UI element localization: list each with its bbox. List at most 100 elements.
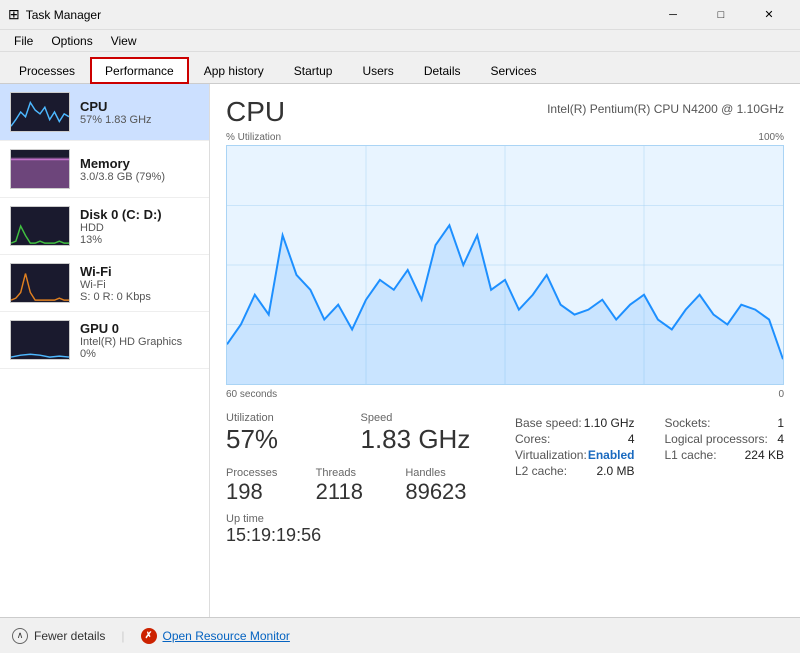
fewer-details-label: Fewer details bbox=[34, 629, 105, 643]
tab-services[interactable]: Services bbox=[476, 57, 552, 84]
wifi-thumbnail bbox=[10, 263, 70, 303]
app-title: Task Manager bbox=[26, 8, 101, 22]
utilization-label: Utilization bbox=[226, 412, 361, 424]
logical-label: Logical processors: bbox=[665, 432, 768, 446]
menu-view[interactable]: View bbox=[103, 32, 145, 50]
cpu-info: CPU 57% 1.83 GHz bbox=[80, 99, 199, 126]
sidebar-item-wifi[interactable]: Wi-Fi Wi-Fi S: 0 R: 0 Kbps bbox=[0, 255, 209, 312]
open-monitor-label: Open Resource Monitor bbox=[163, 629, 290, 643]
maximize-button[interactable]: □ bbox=[698, 0, 744, 30]
threads-value: 2118 bbox=[316, 479, 406, 505]
utilization-speed-row: Utilization 57% Speed 1.83 GHz bbox=[226, 412, 495, 459]
chevron-up-icon: ∧ bbox=[12, 628, 28, 644]
speed-block: Speed 1.83 GHz bbox=[361, 412, 496, 455]
cores-row: Cores: 4 bbox=[515, 432, 635, 446]
tab-users[interactable]: Users bbox=[347, 57, 408, 84]
y-label: % Utilization bbox=[226, 132, 281, 143]
cpu-detail: 57% 1.83 GHz bbox=[80, 114, 199, 126]
logical-row: Logical processors: 4 bbox=[665, 432, 785, 446]
utilization-block: Utilization 57% bbox=[226, 412, 361, 459]
uptime-value: 15:19:19:56 bbox=[226, 525, 495, 546]
disk-thumbnail bbox=[10, 206, 70, 246]
gpu-info: GPU 0 Intel(R) HD Graphics 0% bbox=[80, 321, 199, 360]
threads-label: Threads bbox=[316, 467, 406, 479]
utilization-value: 57% bbox=[226, 424, 361, 455]
handles-block: Handles 89623 bbox=[405, 467, 495, 505]
processes-block: Processes 198 bbox=[226, 467, 316, 505]
l2-label: L2 cache: bbox=[515, 464, 567, 478]
sidebar-item-memory[interactable]: Memory 3.0/3.8 GB (79%) bbox=[0, 141, 209, 198]
cpu-name: CPU bbox=[80, 99, 199, 114]
tab-app-history[interactable]: App history bbox=[189, 57, 279, 84]
sidebar-item-cpu[interactable]: CPU 57% 1.83 GHz bbox=[0, 84, 209, 141]
gpu-thumbnail bbox=[10, 320, 70, 360]
title-bar: ⊞ Task Manager ─ □ ✕ bbox=[0, 0, 800, 30]
sockets-row: Sockets: 1 bbox=[665, 416, 785, 430]
cpu-chart bbox=[226, 145, 784, 385]
l1-value: 224 KB bbox=[745, 448, 784, 462]
tab-details[interactable]: Details bbox=[409, 57, 476, 84]
memory-name: Memory bbox=[80, 156, 199, 171]
tab-processes[interactable]: Processes bbox=[4, 57, 90, 84]
open-resource-monitor-button[interactable]: ✗ Open Resource Monitor bbox=[141, 628, 290, 644]
bottom-bar: ∧ Fewer details | ✗ Open Resource Monito… bbox=[0, 617, 800, 653]
fewer-details-button[interactable]: ∧ Fewer details bbox=[12, 628, 105, 644]
chart-x-left: 60 seconds bbox=[226, 389, 277, 400]
wifi-info: Wi-Fi Wi-Fi S: 0 R: 0 Kbps bbox=[80, 264, 199, 303]
chart-y-labels: % Utilization 100% bbox=[226, 132, 784, 143]
gpu-detail1: Intel(R) HD Graphics bbox=[80, 336, 199, 348]
l2-row: L2 cache: 2.0 MB bbox=[515, 464, 635, 478]
minimize-button[interactable]: ─ bbox=[650, 0, 696, 30]
tab-performance[interactable]: Performance bbox=[90, 57, 189, 84]
base-speed-row: Base speed: 1.10 GHz bbox=[515, 416, 635, 430]
disk-detail2: 13% bbox=[80, 234, 199, 246]
menu-options[interactable]: Options bbox=[43, 32, 100, 50]
virtualization-label: Virtualization: bbox=[515, 448, 587, 462]
virtualization-row: Virtualization: Enabled bbox=[515, 448, 635, 462]
handles-value: 89623 bbox=[405, 479, 495, 505]
handles-label: Handles bbox=[405, 467, 495, 479]
right-details: Base speed: 1.10 GHz Sockets: 1 Cores: 4… bbox=[515, 412, 784, 546]
processes-label: Processes bbox=[226, 467, 316, 479]
tab-startup[interactable]: Startup bbox=[279, 57, 348, 84]
stats-area: Utilization 57% Speed 1.83 GHz Processes… bbox=[226, 412, 784, 546]
l1-row: L1 cache: 224 KB bbox=[665, 448, 785, 462]
left-stats: Utilization 57% Speed 1.83 GHz Processes… bbox=[226, 412, 495, 546]
tab-bar: Processes Performance App history Startu… bbox=[0, 52, 800, 84]
gpu-detail2: 0% bbox=[80, 348, 199, 360]
app-icon: ⊞ bbox=[8, 6, 20, 23]
cores-value: 4 bbox=[628, 432, 635, 446]
wifi-detail2: S: 0 R: 0 Kbps bbox=[80, 291, 199, 303]
memory-thumbnail bbox=[10, 149, 70, 189]
processes-value: 198 bbox=[226, 479, 316, 505]
chart-footer: 60 seconds 0 bbox=[226, 389, 784, 400]
memory-detail: 3.0/3.8 GB (79%) bbox=[80, 171, 199, 183]
panel-title: CPU bbox=[226, 96, 285, 128]
panel-header: CPU Intel(R) Pentium(R) CPU N4200 @ 1.10… bbox=[226, 96, 784, 128]
l1-label: L1 cache: bbox=[665, 448, 717, 462]
cpu-details-grid: Base speed: 1.10 GHz Sockets: 1 Cores: 4… bbox=[515, 416, 784, 478]
cores-label: Cores: bbox=[515, 432, 550, 446]
disk-name: Disk 0 (C: D:) bbox=[80, 207, 199, 222]
sidebar-item-disk[interactable]: Disk 0 (C: D:) HDD 13% bbox=[0, 198, 209, 255]
right-panel: CPU Intel(R) Pentium(R) CPU N4200 @ 1.10… bbox=[210, 84, 800, 617]
chart-x-right: 0 bbox=[778, 389, 784, 400]
speed-label: Speed bbox=[361, 412, 496, 424]
virtualization-value: Enabled bbox=[588, 448, 635, 462]
base-speed-label: Base speed: bbox=[515, 416, 582, 430]
close-button[interactable]: ✕ bbox=[746, 0, 792, 30]
sidebar: CPU 57% 1.83 GHz Memory 3.0/3.8 GB (79%) bbox=[0, 84, 210, 617]
sockets-value: 1 bbox=[777, 416, 784, 430]
sidebar-item-gpu[interactable]: GPU 0 Intel(R) HD Graphics 0% bbox=[0, 312, 209, 369]
menu-file[interactable]: File bbox=[6, 32, 41, 50]
window-controls: ─ □ ✕ bbox=[650, 0, 792, 30]
l2-value: 2.0 MB bbox=[596, 464, 634, 478]
processes-threads-handles-row: Processes 198 Threads 2118 Handles 89623 bbox=[226, 467, 495, 505]
speed-value: 1.83 GHz bbox=[361, 424, 496, 455]
main-content: CPU 57% 1.83 GHz Memory 3.0/3.8 GB (79%) bbox=[0, 84, 800, 617]
disk-info: Disk 0 (C: D:) HDD 13% bbox=[80, 207, 199, 246]
wifi-name: Wi-Fi bbox=[80, 264, 199, 279]
base-speed-value: 1.10 GHz bbox=[584, 416, 635, 430]
uptime-label: Up time bbox=[226, 513, 495, 525]
disk-detail1: HDD bbox=[80, 222, 199, 234]
